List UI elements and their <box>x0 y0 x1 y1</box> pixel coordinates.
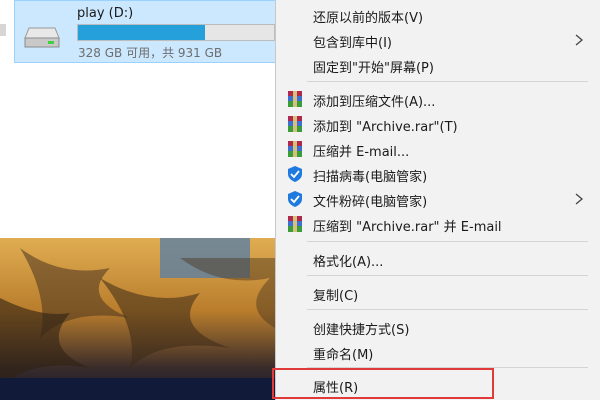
menu-item-copy[interactable]: 复制(C) <box>276 282 600 304</box>
menu-item-compress-rar-and-email[interactable]: 压缩到 "Archive.rar" 并 E-mail <box>276 213 600 235</box>
winrar-icon <box>288 141 302 157</box>
menu-item-label: 重命名(M) <box>313 348 374 363</box>
tencent-shield-icon <box>288 191 302 207</box>
winrar-icon <box>288 216 302 232</box>
menu-item-label: 压缩到 "Archive.rar" 并 E-mail <box>313 220 502 235</box>
menu-item-label: 固定到"开始"屏幕(P) <box>313 61 434 76</box>
menu-item-label: 包含到库中(I) <box>313 36 392 51</box>
menu-item-format[interactable]: 格式化(A)... <box>276 248 600 270</box>
menu-item-shred-file[interactable]: 文件粉碎(电脑管家) <box>276 188 600 210</box>
menu-item-label: 还原以前的版本(V) <box>313 11 424 26</box>
menu-separator <box>307 275 588 276</box>
menu-item-restore-versions[interactable]: 还原以前的版本(V) <box>276 4 600 26</box>
context-menu: 还原以前的版本(V) 包含到库中(I) 固定到"开始"屏幕(P) 添加到压缩文件… <box>275 0 600 400</box>
hard-drive-icon <box>24 27 60 48</box>
scroll-nub <box>0 24 6 36</box>
menu-item-label: 文件粉碎(电脑管家) <box>313 195 428 210</box>
menu-item-label: 压缩并 E-mail... <box>313 145 410 160</box>
menu-item-compress-and-email[interactable]: 压缩并 E-mail... <box>276 138 600 160</box>
menu-item-scan-virus[interactable]: 扫描病毒(电脑管家) <box>276 163 600 185</box>
chevron-right-icon <box>575 193 584 205</box>
menu-item-label: 创建快捷方式(S) <box>313 323 410 338</box>
menu-separator <box>307 241 588 242</box>
tencent-shield-icon <box>288 166 302 182</box>
drive-free-space: 328 GB 可用，共 931 GB <box>78 46 223 60</box>
menu-item-label: 添加到压缩文件(A)... <box>313 95 436 110</box>
menu-item-rename[interactable]: 重命名(M) <box>276 341 600 363</box>
winrar-icon <box>288 91 302 107</box>
menu-item-pin-to-start[interactable]: 固定到"开始"屏幕(P) <box>276 54 600 76</box>
menu-item-label: 复制(C) <box>313 289 359 304</box>
menu-item-include-in-library[interactable]: 包含到库中(I) <box>276 29 600 51</box>
menu-separator <box>307 309 588 310</box>
drive-usage-fill <box>78 25 205 40</box>
winrar-icon <box>288 116 302 132</box>
menu-item-add-to-archive-rar[interactable]: 添加到 "Archive.rar"(T) <box>276 113 600 135</box>
properties-highlight-box <box>272 368 494 399</box>
menu-separator <box>307 81 588 82</box>
explorer-pane: play (D:) 328 GB 可用，共 931 GB <box>0 0 277 238</box>
menu-item-label: 格式化(A)... <box>313 255 384 270</box>
menu-item-label: 扫描病毒(电脑管家) <box>313 170 428 185</box>
menu-item-label: 添加到 "Archive.rar"(T) <box>313 120 458 135</box>
chevron-right-icon <box>575 34 584 46</box>
menu-item-create-shortcut[interactable]: 创建快捷方式(S) <box>276 316 600 338</box>
drive-name: play (D:) <box>77 6 134 21</box>
menu-item-add-to-archive[interactable]: 添加到压缩文件(A)... <box>276 88 600 110</box>
drive-usage-bar <box>77 24 275 41</box>
